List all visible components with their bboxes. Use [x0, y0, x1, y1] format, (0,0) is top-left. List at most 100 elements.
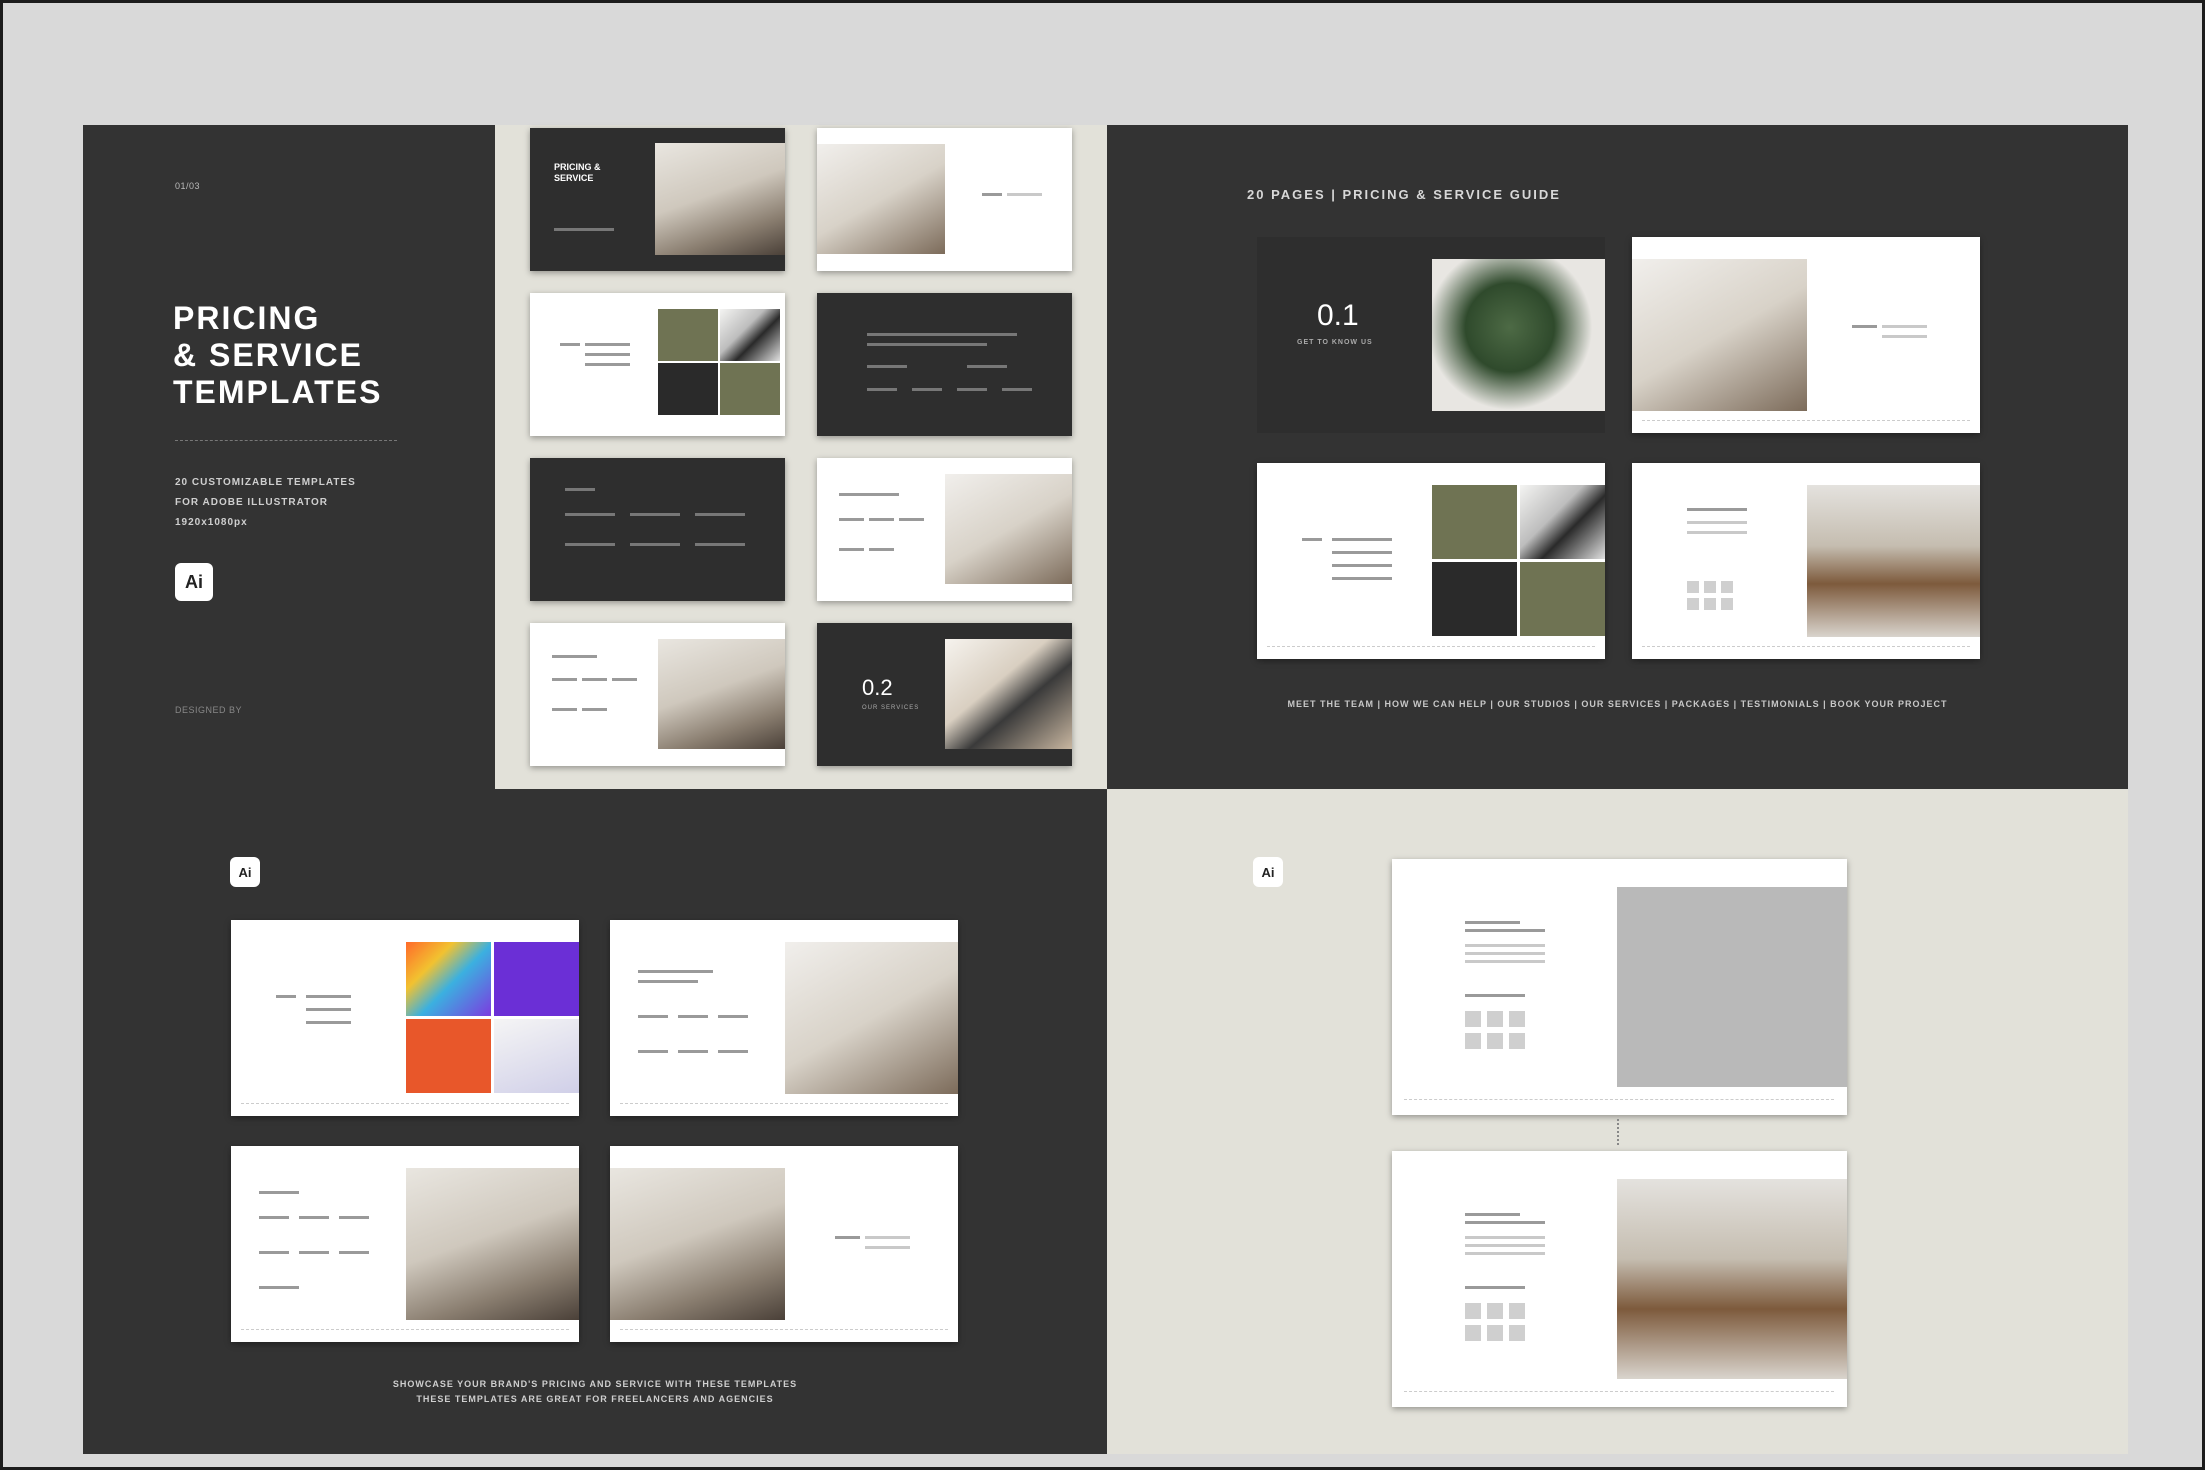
text-placeholder [867, 343, 987, 346]
text-placeholder [1465, 1213, 1520, 1216]
photo-woman-plants [945, 474, 1072, 584]
thumb-slide-1-title: PRICING & SERVICE [554, 162, 601, 183]
text-placeholder [1332, 538, 1392, 541]
grid-square [1465, 1303, 1481, 1319]
text-placeholder [585, 343, 630, 346]
text-placeholder [565, 543, 615, 546]
text-placeholder [259, 1216, 289, 1219]
text-placeholder [678, 1015, 708, 1018]
grid-square [1465, 1011, 1481, 1027]
layout-slide-placeholder [1392, 859, 1847, 1115]
text-placeholder [276, 995, 296, 998]
grid-square [1487, 1011, 1503, 1027]
photo-woman-stairs [610, 1168, 785, 1320]
text-placeholder [259, 1191, 299, 1194]
text-placeholder [695, 543, 745, 546]
cover-subtitle-line2: FOR ADOBE ILLUSTRATOR [175, 497, 329, 508]
text-placeholder [899, 518, 924, 521]
cover-edition: 01/03 [175, 181, 201, 191]
text-placeholder [967, 365, 1007, 368]
text-placeholder [957, 388, 987, 391]
grid-square [1509, 1011, 1525, 1027]
showcase-caption-line2: THESE TEMPLATES ARE GREAT FOR FREELANCER… [416, 1394, 774, 1404]
cover-subtitle-line1: 20 CUSTOMIZABLE TEMPLATES [175, 477, 356, 488]
illustrator-icon: Ai [175, 563, 213, 601]
text-placeholder [259, 1286, 299, 1289]
guide-panel: 20 PAGES | PRICING & SERVICE GUIDE 0.1 G… [1107, 125, 2128, 789]
text-placeholder [1465, 1244, 1545, 1247]
text-placeholder [1465, 960, 1545, 963]
thumb-slide-6 [817, 458, 1072, 601]
showcase-slide-room [231, 1146, 579, 1342]
photo-room [658, 639, 785, 749]
grid-square [1721, 581, 1733, 593]
text-placeholder [1687, 521, 1747, 524]
text-placeholder [1007, 193, 1042, 196]
text-placeholder [565, 488, 595, 491]
cover-title-line3: TEMPLATES [173, 374, 383, 410]
grid-square [1487, 1303, 1503, 1319]
photo-woman-plants [785, 942, 958, 1094]
photo-color-pattern [406, 942, 491, 1016]
text-placeholder [585, 363, 630, 366]
text-placeholder [869, 518, 894, 521]
thumb-slide-8-number: 0.2 [862, 675, 893, 700]
text-placeholder [678, 1050, 708, 1053]
slide-footer-line [241, 1329, 569, 1330]
cover-title: PRICING & SERVICE TEMPLATES [173, 300, 382, 411]
slide-footer-line [1267, 646, 1595, 647]
text-placeholder [585, 353, 630, 356]
text-placeholder [867, 333, 1017, 336]
showcase-caption-line1: SHOWCASE YOUR BRAND'S PRICING AND SERVIC… [392, 1379, 798, 1389]
text-placeholder [839, 548, 864, 551]
cover-title-line2: & SERVICE [173, 337, 363, 373]
guide-nav: MEET THE TEAM | HOW WE CAN HELP | OUR ST… [1287, 699, 1948, 709]
photo-olive-card [1432, 485, 1517, 559]
text-placeholder [299, 1216, 329, 1219]
text-placeholder [839, 493, 899, 496]
photo-man-laptop [1617, 1179, 1847, 1379]
text-placeholder [1465, 944, 1545, 947]
slide-footer-line [1642, 420, 1970, 421]
showcase-caption: SHOWCASE YOUR BRAND'S PRICING AND SERVIC… [83, 1377, 1107, 1407]
text-placeholder [695, 513, 745, 516]
photo-hands-laptop [945, 639, 1072, 749]
text-placeholder [552, 678, 577, 681]
text-placeholder [552, 655, 597, 658]
photo-olive-logo [720, 363, 780, 415]
grid-square [1687, 598, 1699, 610]
illustrator-icon: Ai [230, 857, 260, 887]
cover-subtitle-line3: 1920x1080px [175, 517, 248, 528]
photo-man-laptop [1807, 485, 1980, 637]
text-placeholder [865, 1236, 910, 1239]
preview-frame: 01/03 PRICING & SERVICE TEMPLATES 20 CUS… [0, 0, 2205, 1470]
thumb-slide-4 [817, 293, 1072, 436]
cover-footer: DESIGNED BY [175, 705, 243, 715]
cover-subtitle: 20 CUSTOMIZABLE TEMPLATES FOR ADOBE ILLU… [175, 473, 356, 533]
text-placeholder [718, 1015, 748, 1018]
grid-square [1487, 1033, 1503, 1049]
slide-footer-line [1642, 646, 1970, 647]
guide-slide-section: 0.1 GET TO KNOW US [1257, 237, 1605, 433]
grid-square [1704, 598, 1716, 610]
grid-square [1509, 1033, 1525, 1049]
text-placeholder [259, 1251, 289, 1254]
text-placeholder [1465, 921, 1520, 924]
layout-slide-man [1392, 1151, 1847, 1407]
text-placeholder [306, 1008, 351, 1011]
illustrator-icon: Ai [1253, 857, 1283, 887]
guide-section-number: 0.1 [1317, 299, 1359, 332]
grid-square [1687, 581, 1699, 593]
text-placeholder [1002, 388, 1032, 391]
slide-footer-line [620, 1103, 948, 1104]
text-placeholder [1465, 1286, 1525, 1289]
text-placeholder [1852, 325, 1877, 328]
text-placeholder [638, 1015, 668, 1018]
text-placeholder [982, 193, 1002, 196]
photo-orange-frame [406, 1019, 491, 1093]
text-placeholder [1687, 531, 1747, 534]
slide-footer-line [620, 1329, 948, 1330]
showcase-slide-plants [610, 920, 958, 1116]
grid-square [1465, 1325, 1481, 1341]
showcase-slide-colors [231, 920, 579, 1116]
